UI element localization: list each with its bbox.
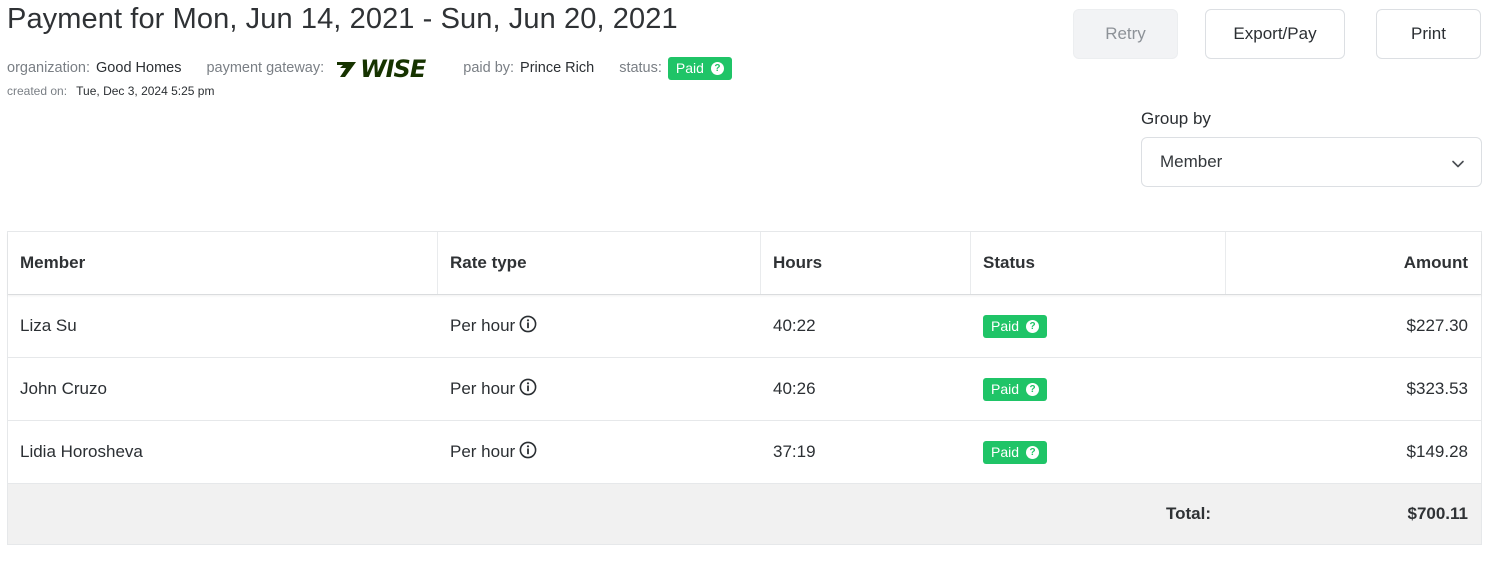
export-pay-button[interactable]: Export/Pay	[1205, 9, 1345, 59]
amount-cell: $149.28	[1406, 442, 1468, 461]
question-circle-icon[interactable]: ?	[1026, 319, 1040, 333]
status-cell: Paid ?	[971, 295, 1226, 357]
member-cell: John Cruzo	[20, 379, 107, 398]
table-row: John Cruzo Per hour 40:26 Paid ? $323.53	[8, 357, 1481, 420]
column-header-member[interactable]: Member	[8, 232, 438, 294]
status-badge-text: Paid	[991, 318, 1020, 334]
page-title: Payment for Mon, Jun 14, 2021 - Sun, Jun…	[7, 3, 678, 35]
question-circle-icon[interactable]: ?	[1026, 445, 1040, 459]
created-label: created on:	[7, 84, 68, 98]
print-button[interactable]: Print	[1376, 9, 1481, 59]
retry-button[interactable]: Retry	[1073, 9, 1178, 59]
table-row: Liza Su Per hour 40:22 Paid ? $227.30	[8, 294, 1481, 357]
payment-meta: organization: Good Homes payment gateway…	[7, 54, 732, 83]
column-header-hours[interactable]: Hours	[761, 232, 971, 294]
payments-table: Member Rate type Hours Status Amount Liz…	[7, 231, 1482, 545]
wise-logo-icon: WISE	[336, 54, 426, 83]
status-badge-text: Paid	[675, 60, 704, 76]
column-header-rate-type[interactable]: Rate type	[438, 232, 761, 294]
rate-type-text: Per hour	[450, 379, 516, 398]
status-badge: Paid ?	[667, 56, 732, 80]
column-header-amount[interactable]: Amount	[1226, 232, 1481, 294]
rate-type-text: Per hour	[450, 442, 516, 461]
status-badge-text: Paid	[991, 381, 1020, 397]
info-circle-icon[interactable]	[519, 378, 537, 396]
organization-value: Good Homes	[96, 60, 182, 76]
status-badge: Paid ?	[983, 377, 1048, 401]
group-by-selected-value: Member	[1160, 152, 1223, 171]
wise-logo-text: WISE	[360, 54, 426, 83]
rate-type-cell: Per hour	[438, 295, 761, 357]
hours-cell: 37:19	[773, 442, 816, 461]
chevron-down-icon	[1451, 156, 1465, 176]
total-value: $700.11	[1407, 504, 1468, 523]
paid-by-value: Prince Rich	[520, 60, 595, 76]
status-cell: Paid ?	[971, 421, 1226, 483]
paid-by-label: paid by:	[463, 60, 515, 76]
info-circle-icon[interactable]	[519, 441, 537, 459]
rate-type-cell: Per hour	[438, 358, 761, 420]
total-label: Total:	[1165, 504, 1211, 523]
amount-cell: $323.53	[1406, 379, 1468, 398]
status-badge: Paid ?	[983, 440, 1048, 464]
info-circle-icon[interactable]	[519, 315, 537, 333]
member-cell: Liza Su	[20, 316, 77, 335]
status-badge: Paid ?	[983, 314, 1048, 338]
created-on: created on: Tue, Dec 3, 2024 5:25 pm	[7, 84, 214, 98]
group-by-label: Group by	[1141, 109, 1211, 128]
rate-type-text: Per hour	[450, 316, 516, 335]
table-total-row: Total: $700.11	[8, 483, 1481, 544]
question-circle-icon[interactable]: ?	[1026, 382, 1040, 396]
group-by-select[interactable]: Member	[1141, 137, 1482, 187]
member-cell: Lidia Horosheva	[20, 442, 143, 461]
table-header-row: Member Rate type Hours Status Amount	[8, 232, 1481, 294]
column-header-status[interactable]: Status	[971, 232, 1226, 294]
hours-cell: 40:26	[773, 379, 816, 398]
question-circle-icon[interactable]: ?	[710, 61, 724, 75]
created-value: Tue, Dec 3, 2024 5:25 pm	[76, 84, 215, 98]
wise-flag-icon	[337, 61, 357, 77]
table-row: Lidia Horosheva Per hour 37:19 Paid ? $1…	[8, 420, 1481, 483]
organization-label: organization:	[7, 60, 91, 76]
status-badge-text: Paid	[991, 444, 1020, 460]
amount-cell: $227.30	[1406, 316, 1468, 335]
gateway-label: payment gateway:	[206, 60, 325, 76]
status-label: status:	[619, 60, 662, 76]
hours-cell: 40:22	[773, 316, 816, 335]
rate-type-cell: Per hour	[438, 421, 761, 483]
status-cell: Paid ?	[971, 358, 1226, 420]
